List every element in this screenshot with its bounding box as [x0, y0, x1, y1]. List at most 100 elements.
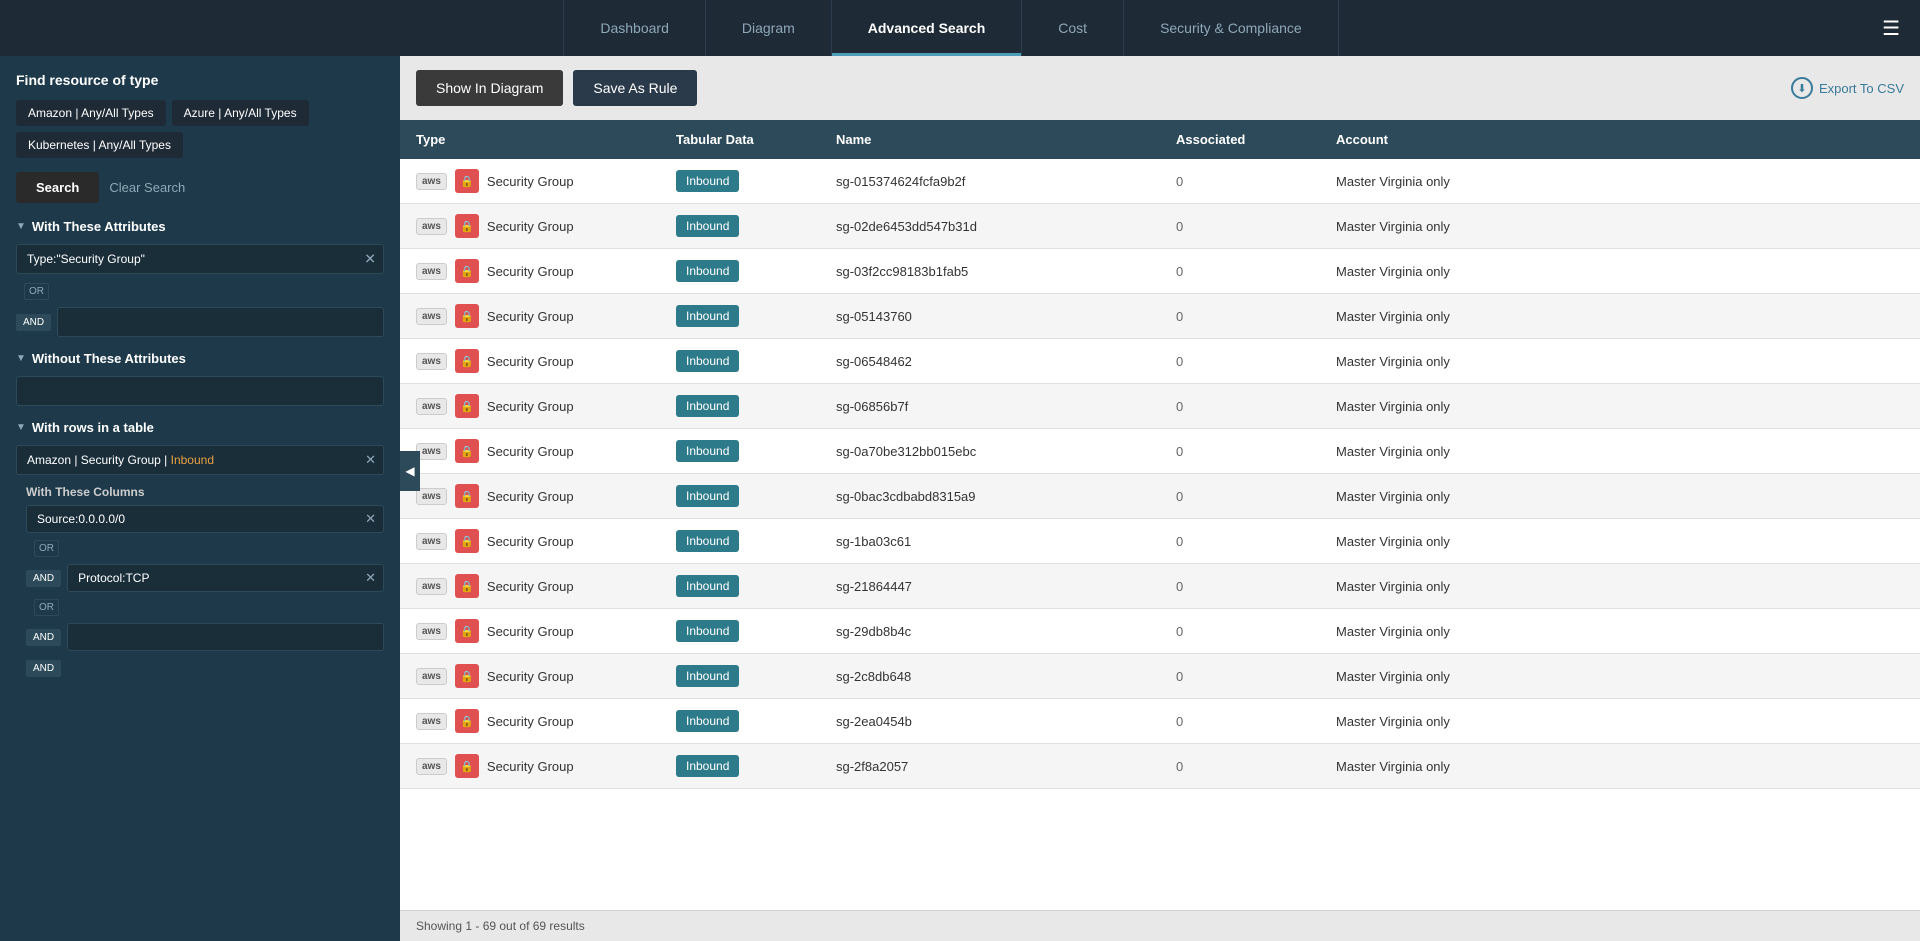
tabular-cell: Inbound	[660, 384, 820, 429]
associated-cell: 0	[1160, 654, 1320, 699]
account-cell: Master Virginia only	[1320, 249, 1920, 294]
table-row[interactable]: aws 🔒 Security Group Inbound sg-0bac3cdb…	[400, 474, 1920, 519]
without-attrs-section-header[interactable]: ▼ Without These Attributes	[16, 351, 384, 366]
associated-cell: 0	[1160, 249, 1320, 294]
account-cell: Master Virginia only	[1320, 294, 1920, 339]
attr-input-1[interactable]	[16, 244, 384, 274]
tabular-cell: Inbound	[660, 249, 820, 294]
lock-icon: 🔒	[455, 619, 479, 643]
type-cell: aws 🔒 Security Group	[400, 159, 660, 204]
export-csv-label: Export To CSV	[1819, 81, 1904, 96]
type-cell: aws 🔒 Security Group	[400, 339, 660, 384]
left-sidebar: Find resource of type Amazon | Any/All T…	[0, 56, 400, 941]
account-cell: Master Virginia only	[1320, 744, 1920, 789]
nav-item-security-compliance[interactable]: Security & Compliance	[1124, 0, 1339, 56]
table-row[interactable]: aws 🔒 Security Group Inbound sg-06548462…	[400, 339, 1920, 384]
type-cell: aws 🔒 Security Group	[400, 609, 660, 654]
attr-input-wrap-1: ✕	[16, 244, 384, 274]
export-csv-button[interactable]: ⬇ Export To CSV	[1791, 77, 1904, 99]
type-label: Security Group	[487, 219, 574, 234]
and-row-1: AND	[16, 307, 384, 337]
col-input-3[interactable]	[67, 623, 384, 651]
account-cell: Master Virginia only	[1320, 519, 1920, 564]
type-label: Security Group	[487, 489, 574, 504]
lock-icon: 🔒	[455, 394, 479, 418]
col-input-2[interactable]	[67, 564, 384, 592]
type-buttons-group: Amazon | Any/All Types Azure | Any/All T…	[16, 100, 384, 158]
tabular-cell: Inbound	[660, 429, 820, 474]
lock-icon: 🔒	[455, 754, 479, 778]
clear-search-link[interactable]: Clear Search	[109, 180, 185, 195]
nav-item-cost[interactable]: Cost	[1022, 0, 1124, 56]
account-cell: Master Virginia only	[1320, 384, 1920, 429]
rows-filter-value: Inbound	[171, 453, 214, 467]
table-row[interactable]: aws 🔒 Security Group Inbound sg-29db8b4c…	[400, 609, 1920, 654]
table-row[interactable]: aws 🔒 Security Group Inbound sg-2c8db648…	[400, 654, 1920, 699]
and-row-col-2: AND	[26, 623, 384, 651]
nav-item-diagram[interactable]: Diagram	[706, 0, 832, 56]
top-navigation: Dashboard Diagram Advanced Search Cost S…	[0, 0, 1920, 56]
type-label: Security Group	[487, 624, 574, 639]
attr-input-2[interactable]	[57, 307, 384, 337]
azure-type-button[interactable]: Azure | Any/All Types	[172, 100, 309, 126]
tabular-badge: Inbound	[676, 710, 739, 732]
nav-item-advanced-search[interactable]: Advanced Search	[832, 0, 1023, 56]
save-rule-button[interactable]: Save As Rule	[573, 70, 697, 106]
or-badge-col-2: OR	[34, 599, 59, 616]
and-row-col-1: AND ✕	[26, 564, 384, 592]
sidebar-collapse-button[interactable]: ◀	[400, 451, 420, 491]
show-diagram-button[interactable]: Show In Diagram	[416, 70, 563, 106]
status-bar: Showing 1 - 69 out of 69 results	[400, 910, 1920, 941]
table-row[interactable]: aws 🔒 Security Group Inbound sg-2ea0454b…	[400, 699, 1920, 744]
rows-filter-display: Amazon | Security Group | Inbound	[16, 445, 384, 475]
rows-section-header[interactable]: ▼ With rows in a table	[16, 420, 384, 435]
associated-cell: 0	[1160, 339, 1320, 384]
account-cell: Master Virginia only	[1320, 564, 1920, 609]
name-cell: sg-2f8a2057	[820, 744, 1160, 789]
table-row[interactable]: aws 🔒 Security Group Inbound sg-06856b7f…	[400, 384, 1920, 429]
rows-filter-close-icon[interactable]: ✕	[365, 452, 376, 468]
without-attrs-label: Without These Attributes	[32, 351, 186, 366]
kubernetes-type-button[interactable]: Kubernetes | Any/All Types	[16, 132, 183, 158]
col-input-1[interactable]	[26, 505, 384, 533]
aws-badge: aws	[416, 218, 447, 235]
with-attrs-section-header[interactable]: ▼ With These Attributes	[16, 219, 384, 234]
name-cell: sg-0bac3cdbabd8315a9	[820, 474, 1160, 519]
table-row[interactable]: aws 🔒 Security Group Inbound sg-02de6453…	[400, 204, 1920, 249]
amazon-type-button[interactable]: Amazon | Any/All Types	[16, 100, 166, 126]
without-attrs-input[interactable]	[16, 376, 384, 406]
associated-cell: 0	[1160, 744, 1320, 789]
account-cell: Master Virginia only	[1320, 204, 1920, 249]
nav-item-dashboard[interactable]: Dashboard	[563, 0, 706, 56]
table-row[interactable]: aws 🔒 Security Group Inbound sg-05143760…	[400, 294, 1920, 339]
col-header-tabular: Tabular Data	[660, 120, 820, 159]
table-row[interactable]: aws 🔒 Security Group Inbound sg-2f8a2057…	[400, 744, 1920, 789]
lock-icon: 🔒	[455, 574, 479, 598]
col-close-icon-1[interactable]: ✕	[365, 511, 376, 527]
account-cell: Master Virginia only	[1320, 474, 1920, 519]
aws-badge: aws	[416, 308, 447, 325]
table-row[interactable]: aws 🔒 Security Group Inbound sg-21864447…	[400, 564, 1920, 609]
col-header-associated: Associated	[1160, 120, 1320, 159]
type-cell: aws 🔒 Security Group	[400, 384, 660, 429]
aws-badge: aws	[416, 173, 447, 190]
account-cell: Master Virginia only	[1320, 429, 1920, 474]
lock-icon: 🔒	[455, 529, 479, 553]
table-row[interactable]: aws 🔒 Security Group Inbound sg-01537462…	[400, 159, 1920, 204]
rows-section: ▼ With rows in a table Amazon | Security…	[16, 420, 384, 674]
table-row[interactable]: aws 🔒 Security Group Inbound sg-1ba03c61…	[400, 519, 1920, 564]
col-close-icon-2[interactable]: ✕	[365, 570, 376, 586]
name-cell: sg-0a70be312bb015ebc	[820, 429, 1160, 474]
aws-badge: aws	[416, 533, 447, 550]
table-row[interactable]: aws 🔒 Security Group Inbound sg-03f2cc98…	[400, 249, 1920, 294]
type-label: Security Group	[487, 309, 574, 324]
and-label-1: AND	[16, 314, 51, 331]
search-button[interactable]: Search	[16, 172, 99, 203]
table-row[interactable]: aws 🔒 Security Group Inbound sg-0a70be31…	[400, 429, 1920, 474]
name-cell: sg-06548462	[820, 339, 1160, 384]
attr-close-icon-1[interactable]: ✕	[364, 251, 376, 268]
tabular-badge: Inbound	[676, 620, 739, 642]
hamburger-menu-icon[interactable]: ☰	[1882, 16, 1900, 41]
aws-badge: aws	[416, 488, 447, 505]
results-table-container[interactable]: Type Tabular Data Name Associated Accoun…	[400, 120, 1920, 910]
